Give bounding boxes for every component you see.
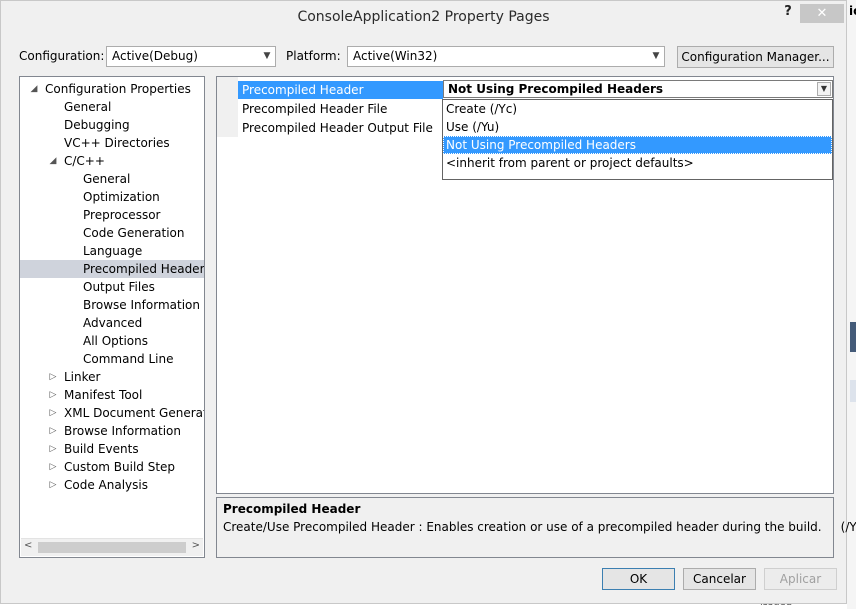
collapsed-arrow-icon[interactable]: ▷ (48, 476, 58, 494)
title-bar: ConsoleApplication2 Property Pages ? ✕ (1, 1, 846, 34)
tree-item[interactable]: General (20, 98, 204, 116)
tree-item[interactable]: Optimization (20, 188, 204, 206)
tree-item[interactable]: All Options (20, 332, 204, 350)
tree-item[interactable]: Command Line (20, 350, 204, 368)
description-title: Precompiled Header (223, 502, 361, 516)
tree-item-label: Linker (64, 370, 101, 384)
configuration-label: Configuration: (19, 49, 105, 63)
tree-item[interactable]: ▷ XML Document Generator (20, 404, 204, 422)
chevron-down-icon[interactable]: ▼ (817, 82, 831, 96)
expanded-arrow-icon[interactable]: ◢ (29, 80, 39, 98)
scrollbar-thumb[interactable] (38, 542, 186, 553)
description-pane: Precompiled Header Create/Use Precompile… (216, 497, 856, 558)
tree-item-label: All Options (83, 334, 148, 348)
tree-item[interactable]: Language (20, 242, 204, 260)
tree-item[interactable]: Advanced (20, 314, 204, 332)
tree-item[interactable]: Debugging (20, 116, 204, 134)
collapsed-arrow-icon[interactable]: ▷ (48, 368, 58, 386)
tree-item[interactable]: ▷ Build Events (20, 440, 204, 458)
collapsed-arrow-icon[interactable]: ▷ (48, 440, 58, 458)
tree-item-label: General (64, 100, 112, 114)
tree-item-label: Advanced (83, 316, 143, 330)
cancel-button[interactable]: Cancelar (683, 568, 756, 590)
collapsed-arrow-icon[interactable]: ▷ (48, 404, 58, 422)
property-row-precompiled-header-file[interactable]: Precompiled Header File (238, 100, 443, 118)
configuration-value: Active(Debug) (112, 49, 198, 63)
tree-item[interactable]: ▷ Manifest Tool (20, 386, 204, 404)
tree-item-label: Build Events (64, 442, 139, 456)
chevron-down-icon: ▼ (263, 51, 271, 61)
collapsed-arrow-icon[interactable]: ▷ (48, 422, 58, 440)
scroll-right-icon[interactable]: > (192, 540, 200, 551)
property-pages-dialog: ConsoleApplication2 Property Pages ? ✕ C… (0, 0, 856, 604)
tree-item-label: Configuration Properties (45, 82, 191, 96)
description-text: Create/Use Precompiled Header : Enables … (223, 520, 856, 534)
apply-button[interactable]: Aplicar (764, 568, 837, 590)
dropdown-option-use[interactable]: Use (/Yu) (443, 118, 832, 136)
tree-item-label: Browse Information (64, 424, 181, 438)
tree-item-label: XML Document Generator (64, 406, 205, 420)
tree-item-label: Browse Information (83, 298, 200, 312)
tree-item[interactable]: Precompiled Headers (20, 260, 204, 278)
close-icon: ✕ (816, 6, 828, 21)
property-row-precompiled-header[interactable]: Precompiled Header (238, 81, 443, 99)
horizontal-scrollbar[interactable]: < > (21, 538, 203, 556)
collapsed-arrow-icon[interactable]: ▷ (48, 386, 58, 404)
tree-item[interactable]: Preprocessor (20, 206, 204, 224)
tree-item[interactable]: ▷ Code Analysis (20, 476, 204, 494)
property-value-combo[interactable]: Not Using Precompiled Headers ▼ (443, 80, 833, 98)
platform-select[interactable]: Active(Win32) ▼ (347, 46, 665, 67)
configuration-select[interactable]: Active(Debug) ▼ (106, 46, 276, 67)
chevron-down-icon: ▼ (652, 51, 660, 61)
background-text-fragment: ic (849, 4, 856, 18)
tree-item[interactable]: ◢ Configuration Properties (20, 80, 204, 98)
tree-item-label: Code Analysis (64, 478, 148, 492)
dropdown-option-inherit[interactable]: <inherit from parent or project defaults… (443, 154, 832, 172)
tree-item-label: Output Files (83, 280, 155, 294)
platform-value: Active(Win32) (353, 49, 438, 63)
window-title: ConsoleApplication2 Property Pages (297, 9, 550, 25)
ok-button[interactable]: OK (602, 568, 675, 590)
platform-label: Platform: (286, 49, 341, 63)
property-value: Not Using Precompiled Headers (448, 82, 664, 96)
expanded-arrow-icon[interactable]: ◢ (48, 152, 58, 170)
tree-item-label: Debugging (64, 118, 130, 132)
property-tree: ◢ Configuration Properties General Debuggin… (19, 76, 205, 558)
tree-item[interactable]: ▷ Custom Build Step (20, 458, 204, 476)
collapsed-arrow-icon[interactable]: ▷ (48, 458, 58, 476)
tree-item[interactable]: VC++ Directories (20, 134, 204, 152)
tree-item[interactable]: ◢ C/C++ (20, 152, 204, 170)
tree-item[interactable]: Output Files (20, 278, 204, 296)
tree-item-label: Manifest Tool (64, 388, 143, 402)
tree-item-label: Optimization (83, 190, 160, 204)
close-button[interactable]: ✕ (800, 4, 844, 23)
tree-item-label: Custom Build Step (64, 460, 176, 474)
precompiled-header-dropdown: Create (/Yc) Use (/Yu) Not Using Precomp… (442, 99, 833, 180)
background-bar (850, 380, 856, 402)
tree-item-label: C/C++ (64, 154, 105, 168)
scroll-left-icon[interactable]: < (24, 540, 32, 551)
tree-item-label: Language (83, 244, 143, 258)
grid-gutter (217, 77, 238, 137)
tree-item-label: Precompiled Headers (83, 262, 205, 276)
background-window (847, 0, 856, 609)
help-button[interactable]: ? (777, 4, 799, 22)
tree-item[interactable]: General (20, 170, 204, 188)
tree-item-label: VC++ Directories (64, 136, 170, 150)
tree-item[interactable]: ▷ Linker (20, 368, 204, 386)
tree-item-label: General (83, 172, 131, 186)
tree-item[interactable]: Code Generation (20, 224, 204, 242)
configuration-manager-button[interactable]: Configuration Manager... (677, 46, 834, 68)
background-bar (850, 322, 856, 352)
tree-item[interactable]: Browse Information (20, 296, 204, 314)
property-row-precompiled-header-output-file[interactable]: Precompiled Header Output File (238, 119, 443, 137)
tree-item[interactable]: ▷ Browse Information (20, 422, 204, 440)
dropdown-option-create[interactable]: Create (/Yc) (443, 100, 832, 118)
tree-item-label: Preprocessor (83, 208, 161, 222)
dropdown-option-not-using[interactable]: Not Using Precompiled Headers (443, 136, 832, 154)
tree-item-label: Code Generation (83, 226, 185, 240)
tree-item-label: Command Line (83, 352, 174, 366)
